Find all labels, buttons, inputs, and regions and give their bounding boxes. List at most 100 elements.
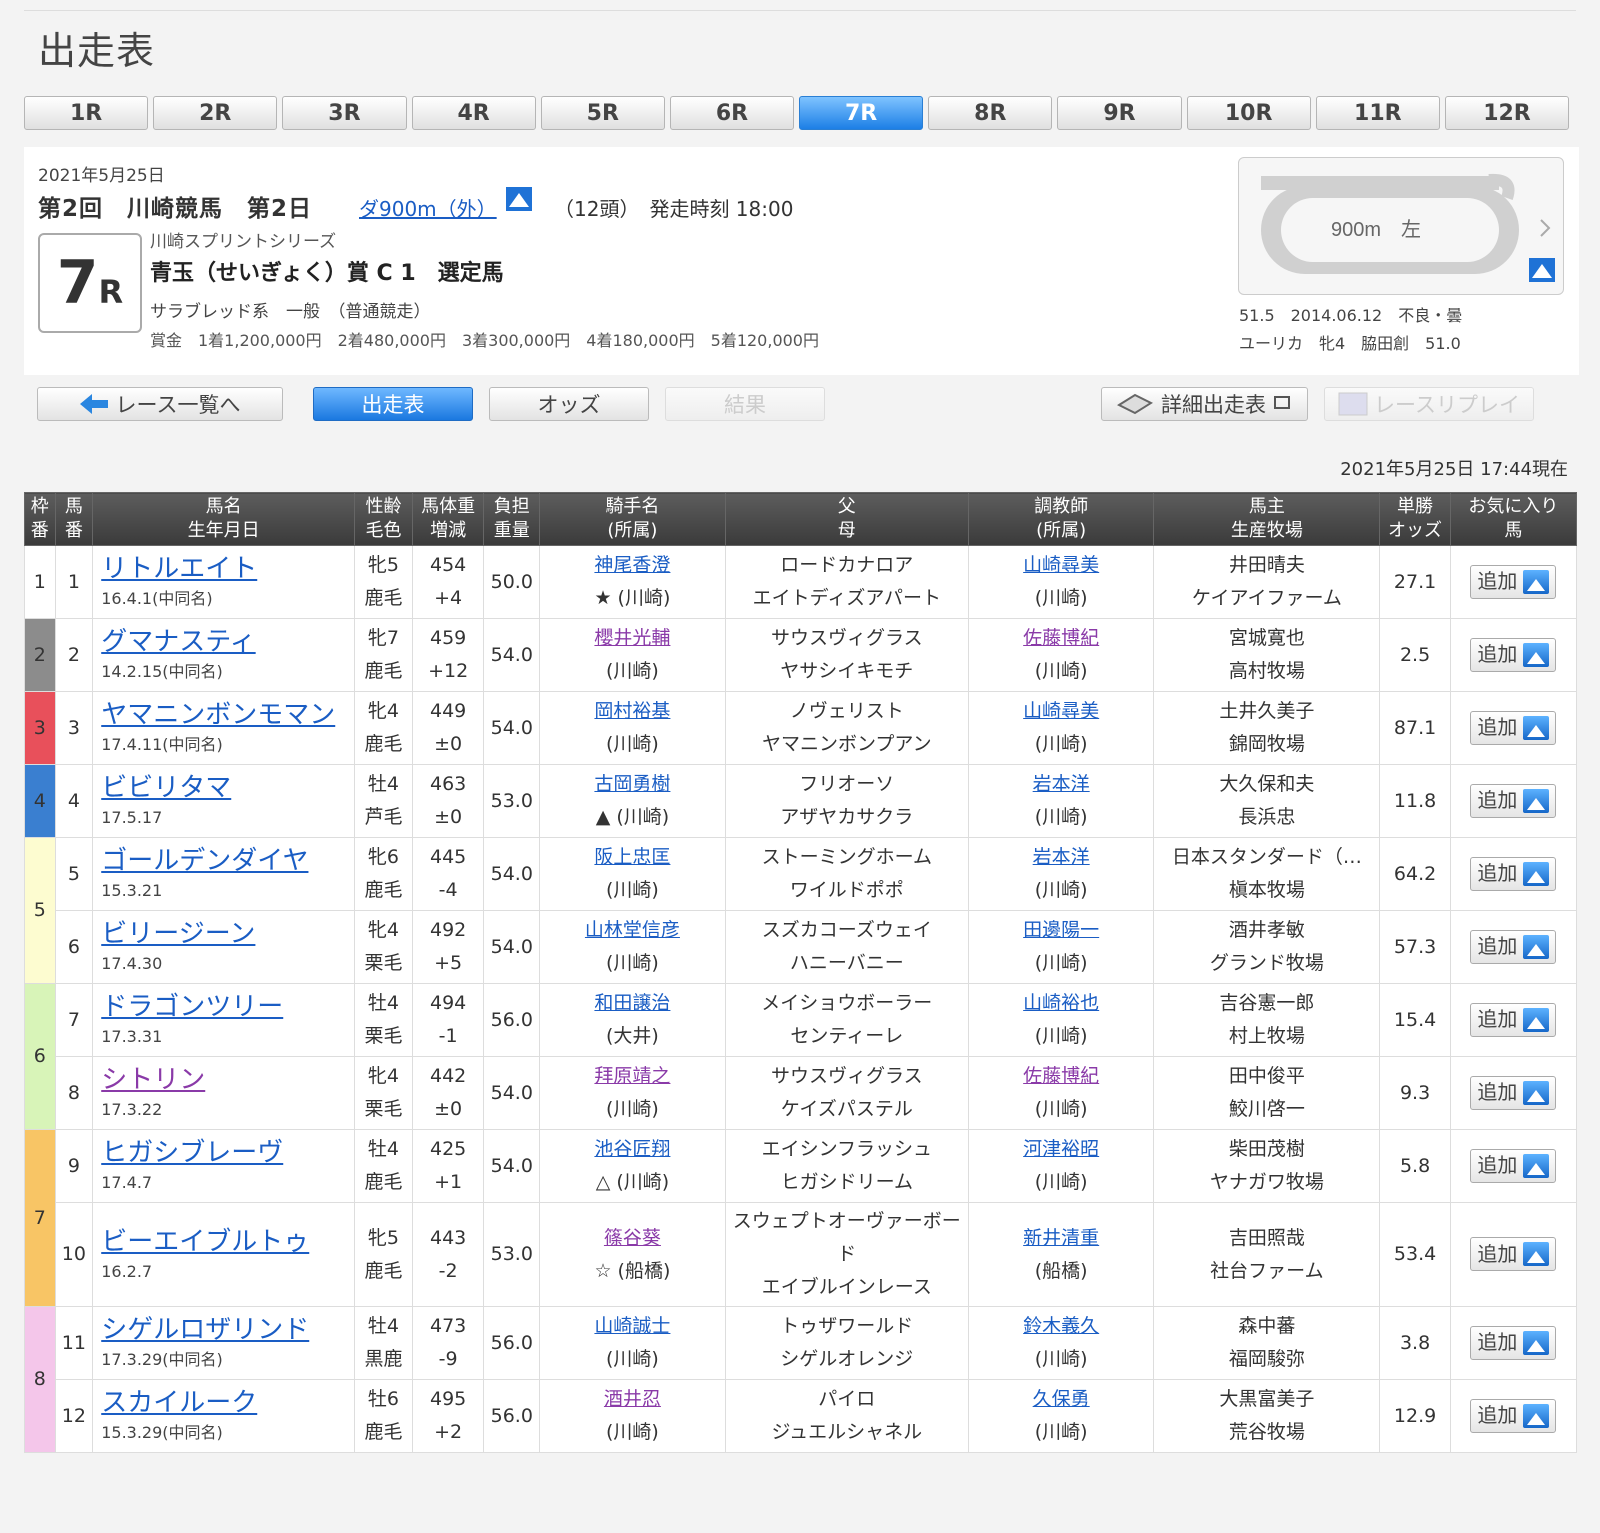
trainer-affiliation: (川崎): [1034, 952, 1088, 974]
course-link[interactable]: ダ900m（外）: [359, 193, 497, 222]
course-video-icon[interactable]: [506, 187, 532, 211]
horse-name-link[interactable]: グマナスティ: [93, 625, 354, 659]
burden-weight: 54.0: [483, 1056, 541, 1130]
trainer-row: 久保勇: [969, 1383, 1153, 1416]
trainer-link[interactable]: 河津裕昭: [1023, 1138, 1099, 1160]
race-tab[interactable]: 12R: [1444, 96, 1570, 130]
add-favorite-label: 追加: [1477, 569, 1518, 594]
back-to-race-list-button[interactable]: レース一覧へ: [37, 387, 283, 421]
jockey-link[interactable]: 山林堂信彦: [585, 919, 680, 941]
detailed-entries-button[interactable]: 詳細出走表: [1101, 387, 1308, 421]
win-odds: 11.8: [1379, 764, 1451, 838]
add-favorite-button[interactable]: 追加: [1470, 1325, 1557, 1360]
jockey-link[interactable]: 岡村裕基: [594, 700, 670, 722]
horse-name-link[interactable]: ヒガシブレーヴ: [93, 1136, 354, 1170]
pedigree-cell: パイロ ジュエルシャネル: [724, 1379, 970, 1453]
race-tab[interactable]: 11R: [1315, 96, 1440, 130]
owner-name: 田中俊平: [1228, 1065, 1305, 1087]
race-tab[interactable]: 2R: [153, 96, 278, 130]
trainer-link[interactable]: 佐藤博紀: [1023, 627, 1099, 649]
add-favorite-button[interactable]: 追加: [1470, 929, 1557, 964]
jockey-link[interactable]: 池谷匠翔: [594, 1138, 670, 1160]
race-tab[interactable]: 10R: [1186, 96, 1311, 130]
horse-name-link[interactable]: ビーエイブルトゥ: [93, 1225, 354, 1259]
jockey-link[interactable]: 拜原靖之: [594, 1065, 670, 1087]
add-favorite-button[interactable]: 追加: [1470, 1398, 1557, 1433]
trainer-link[interactable]: 山崎尋美: [1023, 700, 1099, 722]
add-favorite-button[interactable]: 追加: [1470, 564, 1557, 599]
trainer-cell: 久保勇 (川崎): [967, 1379, 1155, 1453]
horse-name-cell: ビビリタマ 17.5.17: [92, 764, 355, 838]
owner-name: 酒井孝敏: [1228, 919, 1305, 941]
trainer-link[interactable]: 田邊陽一: [1023, 919, 1099, 941]
jockey-link[interactable]: 山崎誠士: [594, 1315, 670, 1337]
jockey-link[interactable]: 櫻井光輔: [594, 627, 670, 649]
jockey-link[interactable]: 和田譲治: [594, 992, 670, 1014]
horse-name-link[interactable]: シゲルロザリンド: [93, 1313, 354, 1347]
race-tab[interactable]: 7R: [799, 96, 924, 130]
jockey-link[interactable]: 酒井忍: [604, 1388, 661, 1410]
favorite-icon: [1523, 1080, 1550, 1105]
jockey-affiliation: ★ (川崎): [594, 587, 671, 609]
jockey-link[interactable]: 神尾香澄: [594, 554, 670, 576]
favorite-cell: 追加: [1449, 764, 1578, 838]
horse-name-link[interactable]: ビリージーン: [93, 917, 354, 951]
horse-name-link[interactable]: ドラゴンツリー: [93, 990, 354, 1024]
waku-cell: 8: [24, 1306, 56, 1453]
race-tab[interactable]: 3R: [282, 96, 407, 130]
weight-diff: +12: [428, 660, 469, 682]
horse-name-link[interactable]: ゴールデンダイヤ: [93, 844, 354, 878]
trainer-link[interactable]: 久保勇: [1033, 1388, 1090, 1410]
horse-name-cell: リトルエイト 16.4.1(中同名): [92, 545, 355, 619]
breeder-farm: 槇本牧場: [1228, 879, 1305, 901]
horse-name-link[interactable]: シトリン: [93, 1063, 354, 1097]
horse-name-link[interactable]: スカイルーク: [93, 1386, 354, 1420]
trainer-cell: 山崎尋美 (川崎): [967, 545, 1155, 619]
race-tab[interactable]: 8R: [928, 96, 1053, 130]
add-favorite-button[interactable]: 追加: [1470, 1237, 1557, 1272]
jockey-link[interactable]: 古岡勇樹: [594, 773, 670, 795]
add-favorite-button[interactable]: 追加: [1470, 783, 1557, 818]
add-favorite-button[interactable]: 追加: [1470, 1075, 1557, 1110]
pedigree-cell: サウスヴィグラス ヤサシイキモチ: [724, 618, 970, 692]
add-favorite-button[interactable]: 追加: [1470, 856, 1557, 891]
add-favorite-button[interactable]: 追加: [1470, 1002, 1557, 1037]
race-tab[interactable]: 6R: [669, 96, 795, 130]
trainer-link[interactable]: 山崎裕也: [1023, 992, 1099, 1014]
horse-name-link[interactable]: ヤマニンボンモマン: [93, 698, 354, 732]
add-favorite-button[interactable]: 追加: [1470, 637, 1557, 672]
add-favorite-button[interactable]: 追加: [1470, 710, 1557, 745]
race-number-suffix: R: [98, 273, 124, 311]
trainer-link[interactable]: 佐藤博紀: [1023, 1065, 1099, 1087]
trainer-link[interactable]: 新井清重: [1023, 1227, 1099, 1249]
coat-color: 鹿毛: [364, 660, 403, 682]
tab-odds-label: オッズ: [537, 393, 601, 417]
course-map[interactable]: 900m 左: [1238, 157, 1564, 295]
race-tab[interactable]: 1R: [24, 96, 149, 130]
tab-odds[interactable]: オッズ: [489, 387, 649, 421]
trainer-link[interactable]: 岩本洋: [1033, 846, 1090, 868]
tab-entries[interactable]: 出走表: [313, 387, 473, 421]
breeder-farm: 荒谷牧場: [1228, 1421, 1305, 1443]
add-favorite-button[interactable]: 追加: [1470, 1148, 1557, 1183]
table-row: 8 11 シゲルロザリンド 17.3.29(中同名) 牡4 黒鹿 473 -9 56.0 山崎誠士…: [24, 1306, 1578, 1453]
body-weight: 473: [429, 1315, 467, 1337]
race-tab[interactable]: 9R: [1057, 96, 1182, 130]
trainer-link[interactable]: 鈴木義久: [1023, 1315, 1099, 1337]
horse-name-link[interactable]: ビビリタマ: [93, 771, 354, 805]
horse-number: 2: [54, 618, 94, 692]
table-row: 5 5 ゴールデンダイヤ 15.3.21 牝6 鹿毛 445 -4 54.0 阪上忠匡 (川崎) スト…: [24, 837, 1578, 984]
favorite-icon: [1523, 861, 1550, 886]
trainer-link[interactable]: 山崎尋美: [1023, 554, 1099, 576]
horse-name-link[interactable]: リトルエイト: [93, 552, 354, 586]
race-tab[interactable]: 4R: [411, 96, 536, 130]
trainer-cell: 山崎裕也 (川崎): [967, 983, 1155, 1057]
race-tab[interactable]: 5R: [540, 96, 665, 130]
burden-weight: 53.0: [483, 1202, 541, 1307]
add-favorite-label: 追加: [1477, 642, 1518, 667]
pedigree-cell: スズカコーズウェイ ハニーバニー: [724, 910, 970, 984]
jockey-affiliation: (大井): [606, 1025, 659, 1047]
trainer-link[interactable]: 岩本洋: [1033, 773, 1090, 795]
jockey-link[interactable]: 阪上忠匡: [594, 846, 670, 868]
jockey-link[interactable]: 篠谷葵: [604, 1227, 661, 1249]
